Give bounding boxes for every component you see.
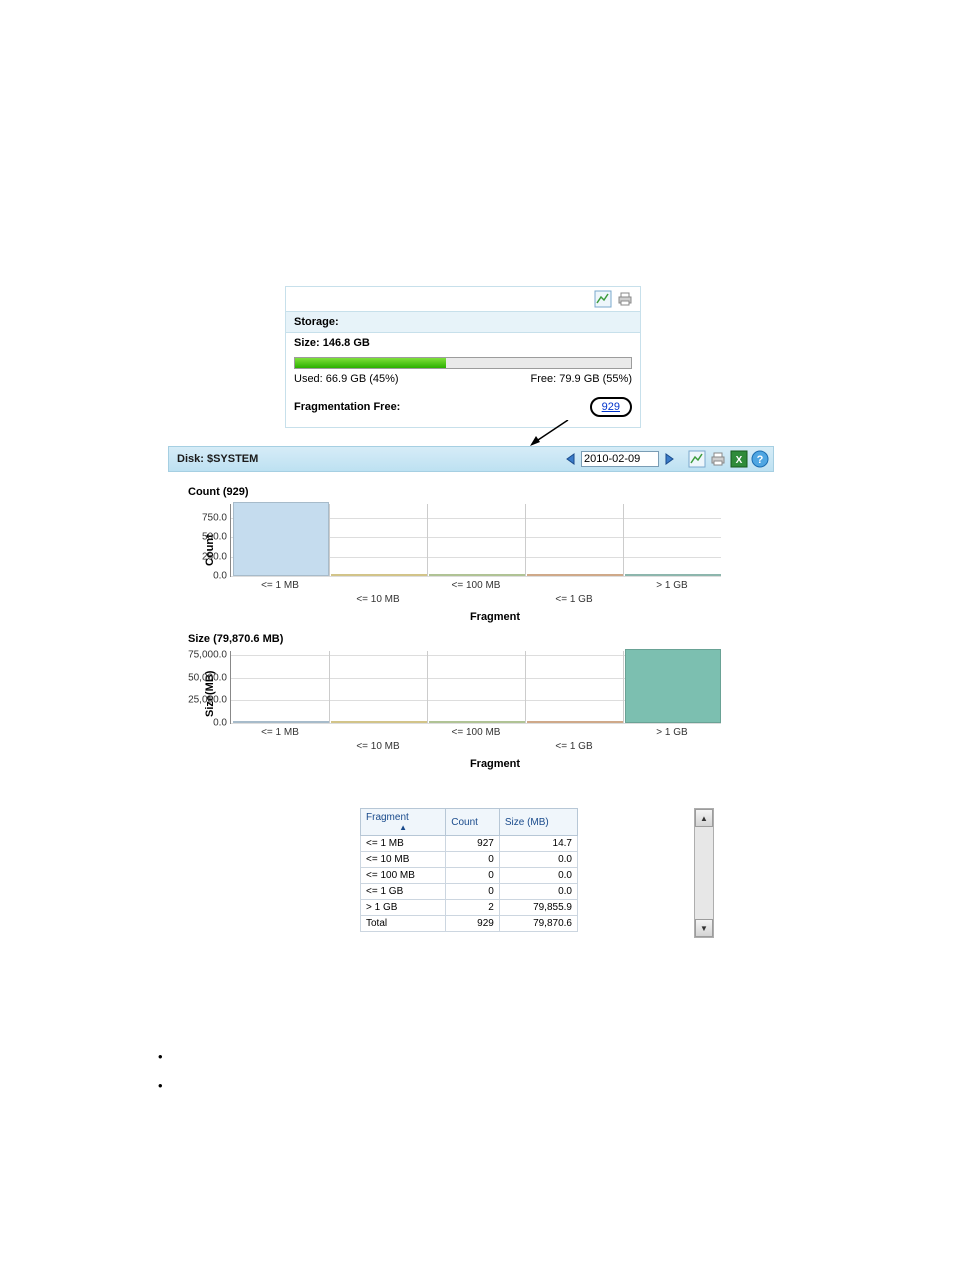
y-tick: 25,000.0 <box>188 695 231 706</box>
storage-used-free-row: Used: 66.9 GB (45%) Free: 79.9 GB (55%) <box>286 371 640 391</box>
chart-count-xlabel: Fragment <box>230 611 760 623</box>
x-tick: <= 1 GB <box>555 723 592 752</box>
x-tick: > 1 GB <box>656 723 687 738</box>
chart-count-title: Count (929) <box>188 486 760 498</box>
y-tick: 750.0 <box>202 512 231 523</box>
y-tick: 0.0 <box>213 571 231 582</box>
print-icon[interactable] <box>709 450 727 468</box>
table-cell: Total <box>361 916 446 932</box>
table-cell: 79,855.9 <box>499 900 577 916</box>
x-tick: <= 1 MB <box>261 576 299 591</box>
storage-panel: Storage: Size: 146.8 GB Used: 66.9 GB (4… <box>285 286 641 428</box>
excel-export-icon[interactable]: X <box>730 450 748 468</box>
help-icon[interactable]: ? <box>751 450 769 468</box>
table-cell: 2 <box>446 900 500 916</box>
fragmentation-link[interactable]: 929 <box>602 401 620 413</box>
y-tick: 0.0 <box>213 718 231 729</box>
table-row: <= 10 MB00.0 <box>361 852 578 868</box>
table-cell: 0 <box>446 884 500 900</box>
table-cell: 0.0 <box>499 852 577 868</box>
table-cell: 929 <box>446 916 500 932</box>
bullet-item: • <box>158 1049 163 1064</box>
table-header-label: Fragment <box>366 812 409 823</box>
y-tick: 75,000.0 <box>188 650 231 661</box>
svg-text:X: X <box>736 455 743 466</box>
x-tick: <= 100 MB <box>452 723 501 738</box>
x-tick: <= 100 MB <box>452 576 501 591</box>
scroll-down-button[interactable]: ▼ <box>695 919 713 937</box>
x-tick: <= 10 MB <box>356 576 399 605</box>
next-date-button[interactable] <box>662 452 676 466</box>
bar <box>233 502 329 576</box>
bullet-item: • <box>158 1078 163 1093</box>
table-row: Total92979,870.6 <box>361 916 578 932</box>
fragmentation-label: Fragmentation Free: <box>294 401 400 413</box>
table-cell: <= 1 GB <box>361 884 446 900</box>
table-cell: 0 <box>446 852 500 868</box>
y-tick: 250.0 <box>202 551 231 562</box>
table-header-count[interactable]: Count <box>446 809 500 836</box>
chart-size-xlabel: Fragment <box>230 758 760 770</box>
disk-label: Disk: $SYSTEM <box>173 453 258 465</box>
charts-region: Count (929) Count 0.0250.0500.0750.0<= 1… <box>180 482 760 780</box>
scroll-track[interactable] <box>695 827 713 919</box>
scroll-up-button[interactable]: ▲ <box>695 809 713 827</box>
table-cell: <= 1 MB <box>361 836 446 852</box>
print-icon[interactable] <box>616 290 634 308</box>
y-tick: 500.0 <box>202 532 231 543</box>
storage-free: Free: 79.9 GB (55%) <box>531 373 633 385</box>
chart-size: Size(MB) 0.025,000.050,000.075,000.0<= 1… <box>230 651 760 770</box>
prev-date-button[interactable] <box>564 452 578 466</box>
table-cell: <= 100 MB <box>361 868 446 884</box>
x-tick: <= 1 GB <box>555 576 592 605</box>
y-tick: 50,000.0 <box>188 672 231 683</box>
fragmentation-circle: 929 <box>590 397 632 417</box>
table-cell: 14.7 <box>499 836 577 852</box>
table-cell: 79,870.6 <box>499 916 577 932</box>
svg-text:?: ? <box>757 454 764 466</box>
table-cell: 0.0 <box>499 868 577 884</box>
chart-icon[interactable] <box>594 290 612 308</box>
storage-usage-bar <box>294 357 632 369</box>
x-tick: > 1 GB <box>656 576 687 591</box>
table-row: > 1 GB279,855.9 <box>361 900 578 916</box>
chart-size-title: Size (79,870.6 MB) <box>188 633 760 645</box>
chart-size-plot: 0.025,000.050,000.075,000.0<= 1 MB<= 10 … <box>230 651 721 724</box>
table-cell: 0 <box>446 868 500 884</box>
disk-toolbar: Disk: $SYSTEM X ? <box>168 446 774 472</box>
table-cell: <= 10 MB <box>361 852 446 868</box>
x-tick: <= 10 MB <box>356 723 399 752</box>
table-row: <= 100 MB00.0 <box>361 868 578 884</box>
table-header-fragment[interactable]: Fragment ▲ <box>361 809 446 836</box>
table-header-size[interactable]: Size (MB) <box>499 809 577 836</box>
storage-panel-icons <box>286 287 640 311</box>
fragment-table-wrap: Fragment ▲ Count Size (MB) <= 1 MB92714.… <box>360 808 578 932</box>
chart-icon[interactable] <box>688 450 706 468</box>
table-cell: > 1 GB <box>361 900 446 916</box>
bullet-list: • • <box>158 1035 163 1107</box>
storage-header: Storage: <box>286 311 640 333</box>
fragment-table: Fragment ▲ Count Size (MB) <= 1 MB92714.… <box>360 808 578 932</box>
sort-asc-icon: ▲ <box>366 823 440 832</box>
fragmentation-row: Fragmentation Free: 929 <box>286 391 640 427</box>
scrollbar[interactable]: ▲ ▼ <box>694 808 714 938</box>
storage-used: Used: 66.9 GB (45%) <box>294 373 399 385</box>
bar <box>625 649 721 723</box>
chart-count: Count 0.0250.0500.0750.0<= 1 MB<= 10 MB<… <box>230 504 760 623</box>
chart-count-plot: 0.0250.0500.0750.0<= 1 MB<= 10 MB<= 100 … <box>230 504 721 577</box>
storage-size: Size: 146.8 GB <box>286 333 640 353</box>
table-row: <= 1 GB00.0 <box>361 884 578 900</box>
table-cell: 0.0 <box>499 884 577 900</box>
date-input[interactable] <box>581 451 659 467</box>
x-tick: <= 1 MB <box>261 723 299 738</box>
table-cell: 927 <box>446 836 500 852</box>
table-row: <= 1 MB92714.7 <box>361 836 578 852</box>
